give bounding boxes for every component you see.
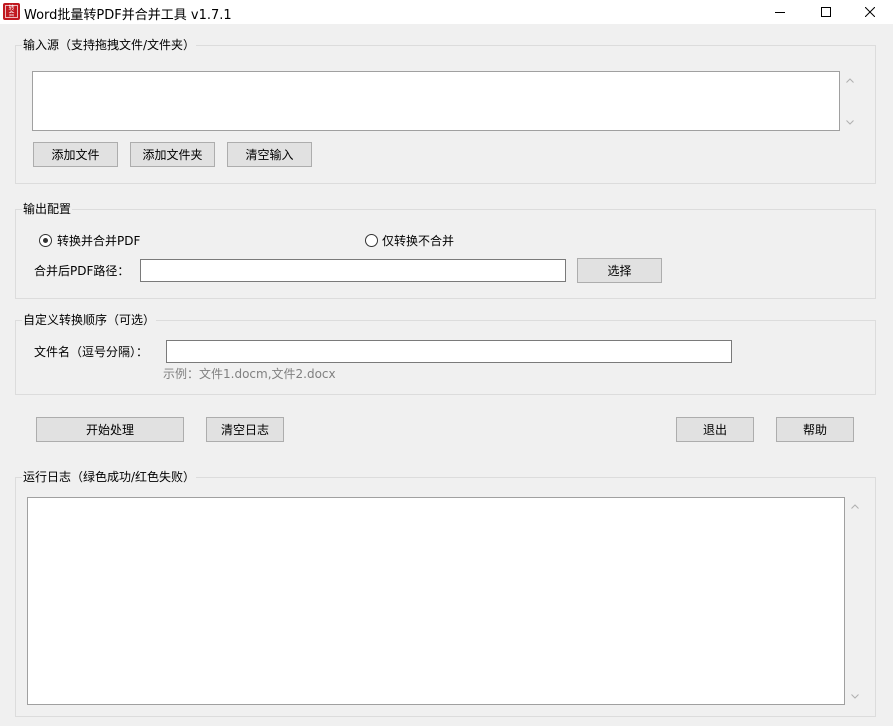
example-hint: 示例：文件1.docm,文件2.docx xyxy=(163,367,336,381)
title-bar[interactable]: 转合 Word批量转PDF并合并工具 v1.7.1 xyxy=(0,0,893,24)
filename-order-input[interactable] xyxy=(166,340,732,363)
custom-order-label: 自定义转换顺序（可选） xyxy=(22,313,157,327)
scroll-down-icon[interactable] xyxy=(846,689,863,703)
close-icon xyxy=(865,7,875,17)
scroll-down-icon[interactable] xyxy=(841,115,858,129)
add-file-button[interactable]: 添加文件 xyxy=(33,142,118,167)
app-icon-text: 转合 xyxy=(5,5,18,18)
add-folder-button[interactable]: 添加文件夹 xyxy=(130,142,215,167)
merge-radio-label[interactable]: 转换并合并PDF xyxy=(57,234,140,248)
output-config-group xyxy=(15,209,876,299)
help-button[interactable]: 帮助 xyxy=(776,417,854,442)
minimize-button[interactable] xyxy=(757,0,803,24)
convert-only-radio[interactable] xyxy=(365,234,378,247)
scroll-up-icon[interactable] xyxy=(846,499,863,513)
merge-radio[interactable] xyxy=(39,234,52,247)
clear-log-button[interactable]: 清空日志 xyxy=(206,417,284,442)
filename-order-label: 文件名（逗号分隔）： xyxy=(34,345,149,359)
start-processing-button[interactable]: 开始处理 xyxy=(36,417,184,442)
maximize-icon xyxy=(821,7,831,17)
log-textarea[interactable] xyxy=(27,497,845,705)
input-source-label: 输入源（支持拖拽文件/文件夹） xyxy=(22,38,197,52)
app-icon: 转合 xyxy=(3,3,20,20)
input-source-scrollbar[interactable] xyxy=(841,71,858,131)
log-label: 运行日志（绿色成功/红色失败） xyxy=(22,470,197,484)
maximize-button[interactable] xyxy=(803,0,849,24)
merged-path-input[interactable] xyxy=(140,259,566,282)
input-source-textarea[interactable] xyxy=(32,71,840,131)
select-path-button[interactable]: 选择 xyxy=(577,258,662,283)
merged-path-label: 合并后PDF路径： xyxy=(34,264,130,278)
scroll-up-icon[interactable] xyxy=(841,73,858,87)
close-button[interactable] xyxy=(847,0,893,24)
clear-input-button[interactable]: 清空输入 xyxy=(227,142,312,167)
minimize-icon xyxy=(775,12,785,13)
log-scrollbar[interactable] xyxy=(846,497,863,705)
exit-button[interactable]: 退出 xyxy=(676,417,754,442)
window-title: Word批量转PDF并合并工具 v1.7.1 xyxy=(24,8,232,23)
output-config-label: 输出配置 xyxy=(22,202,73,216)
convert-only-radio-label[interactable]: 仅转换不合并 xyxy=(382,234,454,248)
